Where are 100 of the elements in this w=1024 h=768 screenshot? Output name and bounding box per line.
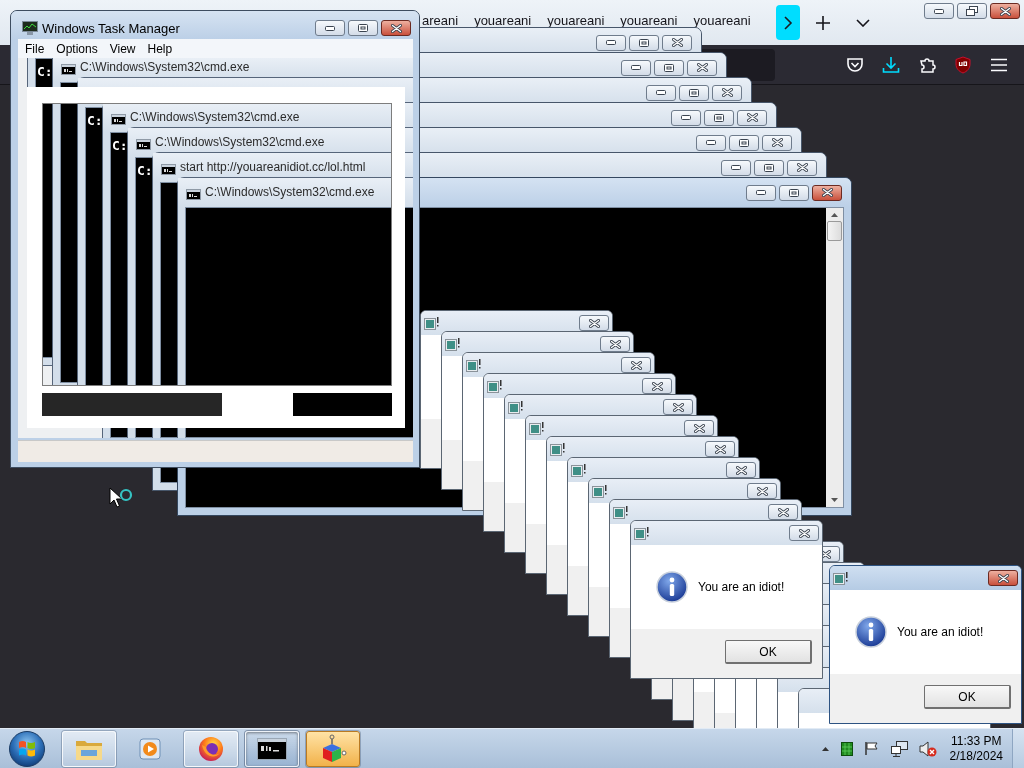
maximize-button[interactable] — [754, 159, 784, 176]
close-button[interactable] — [787, 159, 817, 176]
start-icon[interactable] — [8, 729, 46, 768]
close-icon — [696, 63, 708, 72]
close-button[interactable] — [768, 504, 798, 520]
info-icon — [855, 616, 887, 648]
close-button[interactable] — [642, 378, 672, 394]
download-icon[interactable] — [882, 55, 900, 74]
close-button[interactable] — [600, 336, 630, 352]
close-button[interactable] — [762, 134, 792, 151]
close-button[interactable] — [712, 84, 742, 101]
maximize-icon — [789, 188, 799, 197]
close-button[interactable] — [381, 20, 411, 36]
app-icon — [592, 484, 607, 498]
menu-icon[interactable] — [990, 57, 1008, 72]
close-button[interactable] — [789, 525, 819, 541]
restore-button[interactable] — [957, 3, 987, 19]
chevron-down-icon[interactable] — [856, 18, 870, 27]
close-button[interactable] — [990, 3, 1020, 19]
close-icon — [651, 381, 663, 391]
maximize-icon — [689, 88, 699, 97]
browser-tab[interactable]: youareani — [693, 13, 751, 28]
maximize-button[interactable] — [654, 59, 684, 76]
scroll-up-icon[interactable] — [831, 213, 838, 217]
close-icon — [771, 138, 783, 147]
minimize-icon — [706, 140, 716, 145]
app-icon — [833, 571, 848, 585]
close-icon — [999, 6, 1011, 16]
minimize-button[interactable] — [696, 134, 726, 151]
maximize-button[interactable] — [629, 34, 659, 51]
app-icon — [445, 337, 460, 351]
minimize-icon — [934, 8, 944, 14]
minimize-icon — [681, 115, 691, 120]
close-button[interactable] — [687, 59, 717, 76]
flag-icon[interactable] — [863, 741, 880, 756]
browser-tab[interactable]: areani — [422, 13, 459, 28]
scroll-tabs-button[interactable] — [776, 5, 800, 40]
browser-tab[interactable]: youareani — [620, 13, 678, 28]
prompt-text: C: — [37, 64, 53, 80]
info-icon — [656, 571, 688, 603]
browser-tab[interactable]: youareani — [474, 13, 532, 28]
shield-chevron-icon[interactable] — [846, 55, 864, 74]
maximize-button[interactable] — [348, 20, 378, 36]
window-title: C:\Windows\System32\cmd.exe — [155, 135, 325, 150]
minimize-button[interactable] — [596, 34, 626, 51]
minimize-icon — [756, 190, 766, 195]
menu-item[interactable]: View — [103, 41, 142, 56]
menu-item[interactable]: Help — [141, 41, 179, 56]
menu-item[interactable]: Options — [50, 41, 104, 56]
close-icon — [997, 573, 1009, 583]
close-button[interactable] — [621, 357, 651, 373]
maximize-icon — [714, 113, 724, 122]
close-icon — [756, 486, 768, 496]
close-button[interactable] — [726, 462, 756, 478]
close-icon — [798, 528, 810, 538]
network-icon[interactable] — [890, 740, 908, 757]
restore-icon — [966, 6, 978, 16]
close-icon — [390, 23, 402, 33]
close-button[interactable] — [663, 399, 693, 415]
close-button[interactable] — [579, 315, 609, 331]
maximize-button[interactable] — [729, 134, 759, 151]
minimize-button[interactable] — [746, 184, 776, 201]
maximize-button[interactable] — [679, 84, 709, 101]
close-button[interactable] — [812, 184, 842, 201]
menu-item[interactable]: File — [19, 41, 51, 56]
terminal-icon — [61, 64, 76, 75]
close-button[interactable] — [737, 109, 767, 126]
chevron-up-icon[interactable] — [820, 745, 830, 752]
scrollbar[interactable] — [826, 208, 843, 507]
maximize-icon — [358, 24, 368, 32]
browser-tab[interactable]: youareani — [547, 13, 605, 28]
ok-button[interactable]: OK — [725, 640, 812, 664]
grid-square-icon[interactable] — [840, 741, 853, 756]
minimize-button[interactable] — [315, 20, 345, 36]
close-button[interactable] — [747, 483, 777, 499]
close-icon — [693, 423, 705, 433]
minimize-button[interactable] — [646, 84, 676, 101]
plus-icon[interactable] — [816, 15, 830, 30]
scroll-thumb[interactable] — [827, 221, 842, 241]
puzzle-icon[interactable] — [918, 55, 936, 74]
maximize-button[interactable] — [704, 109, 734, 126]
close-button[interactable] — [705, 441, 735, 457]
close-button[interactable] — [684, 420, 714, 436]
prompt-text: C: — [112, 138, 128, 154]
close-icon — [609, 339, 621, 349]
close-button[interactable] — [662, 34, 692, 51]
volume-muted-icon[interactable] — [918, 740, 937, 757]
chevron-right-icon — [783, 15, 793, 30]
minimize-button[interactable] — [721, 159, 751, 176]
close-button[interactable] — [988, 570, 1018, 586]
minimize-button[interactable] — [621, 59, 651, 76]
message-text: You are an idiot! — [897, 625, 984, 639]
close-icon — [714, 444, 726, 454]
maximize-button[interactable] — [779, 184, 809, 201]
minimize-button[interactable] — [924, 3, 954, 19]
minimize-button[interactable] — [671, 109, 701, 126]
shield-icon[interactable] — [954, 55, 972, 74]
window-title: C:\Windows\System32\cmd.exe — [130, 110, 300, 125]
ok-button[interactable]: OK — [924, 685, 1011, 709]
scroll-down-icon[interactable] — [831, 498, 838, 502]
